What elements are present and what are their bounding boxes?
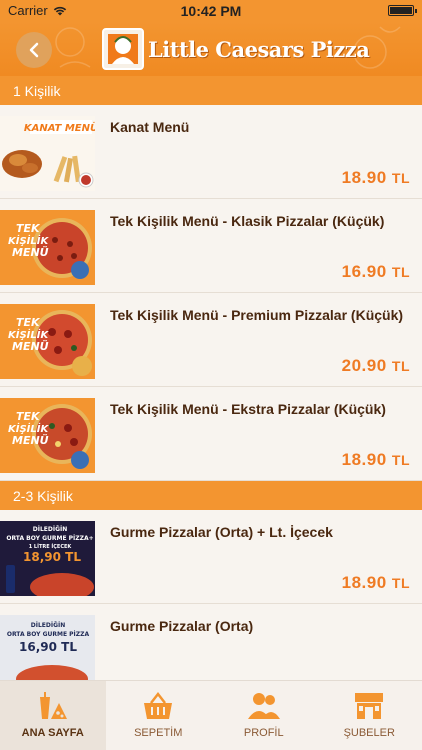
tab-basket[interactable]: SEPETİM <box>106 681 212 750</box>
status-bar: Carrier 10:42 PM <box>0 0 422 22</box>
item-image-text: 16,90 TL <box>19 640 77 654</box>
back-button[interactable] <box>16 32 52 68</box>
status-time: 10:42 PM <box>180 3 242 19</box>
people-icon <box>247 693 280 719</box>
tab-label: PROFİL <box>243 727 284 739</box>
item-image: TEK KİŞİLİK MENÜ <box>0 304 95 379</box>
item-image-text: 1 LİTRE İÇECEK <box>29 543 73 550</box>
item-image-text: KANAT MENÜ <box>24 120 95 134</box>
price-value: 18.90 <box>341 168 387 187</box>
battery-icon <box>388 5 417 16</box>
price-value: 18.90 <box>341 573 387 592</box>
list-item[interactable]: KANAT MENÜ Kanat Menü 18.90 TL <box>0 105 422 199</box>
item-image-text: ORTA BOY GURME PİZZA <box>7 631 90 638</box>
item-image-text: KİŞİLİK <box>8 421 49 435</box>
item-name: Kanat Menü <box>110 119 190 135</box>
item-price: 18.90 TL <box>342 450 410 470</box>
price-value: 20.90 <box>341 356 387 375</box>
brand-logo: Little Caesars Pizza <box>102 27 370 71</box>
item-name: Tek Kişilik Menü - Premium Pizzalar (Küç… <box>110 307 404 323</box>
item-image-text: DİLEDİĞİN <box>33 526 68 533</box>
price-currency: TL <box>391 575 410 591</box>
section-header: 2-3 Kişilik <box>0 481 422 510</box>
tab-profile[interactable]: PROFİL <box>211 681 317 750</box>
price-currency: TL <box>391 358 410 374</box>
item-price: 16.90 TL <box>342 262 410 282</box>
drink-pizza-icon <box>39 692 67 719</box>
item-image-text: MENÜ <box>12 339 49 353</box>
menu-list: 1 Kişilik KANAT MENÜ Kanat Menü 18.90 TL <box>0 76 422 680</box>
item-image-text: ORTA BOY GURME PİZZA+ <box>6 535 93 542</box>
price-value: 18.90 <box>341 450 387 469</box>
list-item[interactable]: DİLEDİĞİN ORTA BOY GURME PİZZA+ 1 LİTRE … <box>0 510 422 604</box>
item-image-text: TEK <box>16 316 41 329</box>
price-currency: TL <box>391 264 410 280</box>
tab-label: ANA SAYFA <box>21 727 84 739</box>
tab-home[interactable]: ANA SAYFA <box>0 681 106 750</box>
tab-stores[interactable]: ŞUBELER <box>317 681 422 750</box>
tab-label: SEPETİM <box>134 727 183 739</box>
item-image-text: KİŞİLİK <box>8 327 49 341</box>
section-header: 1 Kişilik <box>0 76 422 105</box>
caesar-logo-icon <box>102 28 144 70</box>
navigation-bar: Little Caesars Pizza <box>0 22 422 76</box>
item-image: TEK KİŞİLİK MENÜ <box>0 398 95 473</box>
item-name: Gurme Pizzalar (Orta) + Lt. İçecek <box>110 524 333 540</box>
item-image-text: TEK <box>16 410 41 423</box>
item-name: Tek Kişilik Menü - Klasik Pizzalar (Küçü… <box>110 213 385 229</box>
price-currency: TL <box>391 452 410 468</box>
item-image-text: KİŞİLİK <box>8 233 49 247</box>
price-value: 16.90 <box>341 262 387 281</box>
tab-bar: ANA SAYFA SEPETİM PROFİL ŞUBELER <box>0 680 422 750</box>
item-price: 18.90 TL <box>342 168 410 188</box>
list-item[interactable]: DİLEDİĞİN ORTA BOY GURME PİZZA 16,90 TL … <box>0 604 422 680</box>
chevron-left-icon <box>29 42 39 58</box>
item-image-text: 18,90 TL <box>23 550 81 564</box>
item-image: TEK KİŞİLİK MENÜ <box>0 210 95 285</box>
item-name: Tek Kişilik Menü - Ekstra Pizzalar (Küçü… <box>110 401 386 417</box>
item-image-text: DİLEDİĞİN <box>31 622 66 629</box>
store-icon <box>355 693 384 719</box>
item-price: 18.90 TL <box>342 573 410 593</box>
item-image: DİLEDİĞİN ORTA BOY GURME PİZZA 16,90 TL <box>0 615 95 680</box>
item-image-text: MENÜ <box>12 245 49 259</box>
price-currency: TL <box>391 170 410 186</box>
item-price: 20.90 TL <box>342 356 410 376</box>
item-image: DİLEDİĞİN ORTA BOY GURME PİZZA+ 1 LİTRE … <box>0 521 95 596</box>
item-image-text: TEK <box>16 222 41 235</box>
brand-name: Little Caesars Pizza <box>148 36 370 62</box>
tab-label: ŞUBELER <box>343 727 395 739</box>
item-image-text: MENÜ <box>12 433 49 447</box>
list-item[interactable]: TEK KİŞİLİK MENÜ Tek Kişilik Menü - Klas… <box>0 199 422 293</box>
item-image: KANAT MENÜ <box>0 116 95 191</box>
list-item[interactable]: TEK KİŞİLİK MENÜ Tek Kişilik Menü - Prem… <box>0 293 422 387</box>
basket-icon <box>144 691 173 719</box>
item-name: Gurme Pizzalar (Orta) <box>110 618 254 634</box>
list-item[interactable]: TEK KİŞİLİK MENÜ Tek Kişilik Menü - Ekst… <box>0 387 422 481</box>
